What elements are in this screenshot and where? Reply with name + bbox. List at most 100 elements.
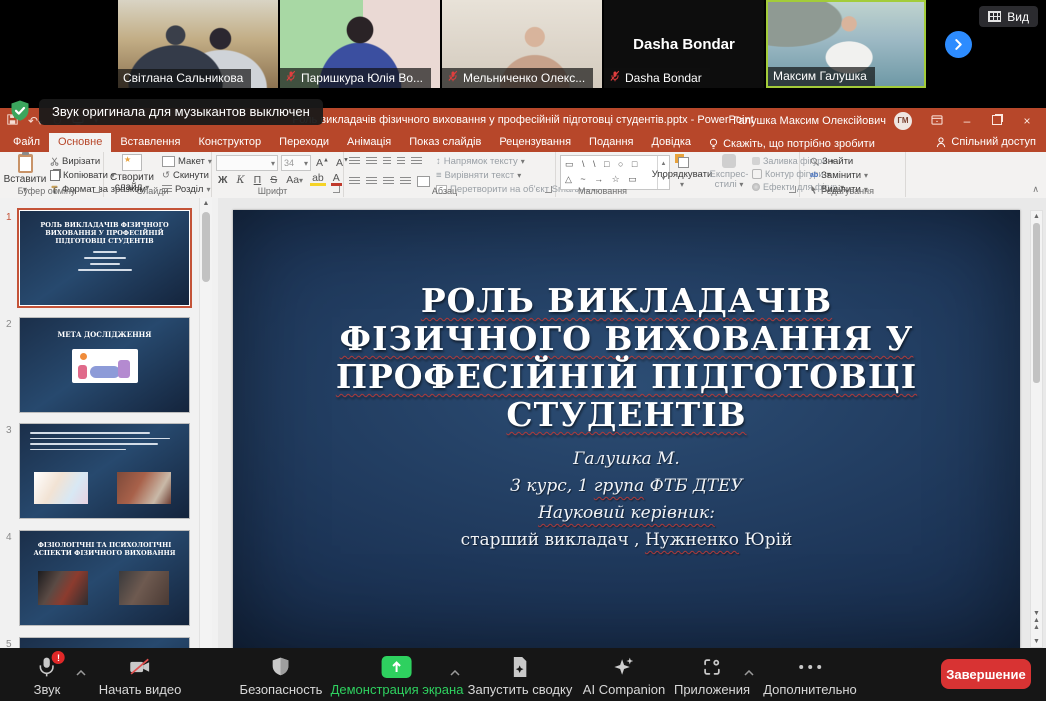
scroll-up-icon[interactable]: ▲ <box>1031 213 1042 220</box>
end-meeting-button[interactable]: Завершение <box>941 659 1031 689</box>
ribbon-group-slides: Створити слайд ▾ Макет▾ ↺Скинути Розділ▾… <box>104 152 212 197</box>
layout-button[interactable]: Макет▾ <box>162 156 212 167</box>
video-button[interactable]: Начать видео <box>99 655 182 697</box>
slide-thumbnail-1[interactable]: РОЛЬ ВИКЛАДАЧІВ ФІЗИЧНОГО ВИХОВАННЯ У ПР… <box>19 210 190 306</box>
tab-home[interactable]: Основне <box>49 133 111 152</box>
close-button[interactable]: × <box>1012 114 1042 128</box>
font-name-combo[interactable]: ▾ <box>216 155 278 171</box>
restore-button[interactable] <box>982 114 1012 128</box>
thumbnail-image <box>119 571 169 605</box>
thumbnail-scrollbar[interactable]: ▲ <box>199 198 212 648</box>
apps-options-chevron[interactable] <box>744 663 754 681</box>
summary-button[interactable]: Запустить сводку <box>468 655 573 697</box>
audio-notification: Звук оригинала для музыкантов выключен <box>39 99 323 125</box>
strikethrough-button[interactable]: S <box>268 174 279 186</box>
dialog-launcher-icon[interactable] <box>93 186 100 193</box>
share-button[interactable]: Спільний доступ <box>936 136 1036 148</box>
account-name[interactable]: Галушка Максим Олексійович <box>733 115 886 127</box>
group-label-paragraph: Абзац <box>344 186 545 196</box>
share-screen-button[interactable]: Демонстрация экрана <box>331 655 464 697</box>
tab-design[interactable]: Конструктор <box>189 133 270 152</box>
previous-slide-icon[interactable]: ▲▲ <box>1031 617 1042 631</box>
tab-insert[interactable]: Вставлення <box>111 133 189 152</box>
tab-review[interactable]: Рецензування <box>490 133 580 152</box>
tab-transitions[interactable]: Переходи <box>270 133 338 152</box>
security-button[interactable]: Безопасность <box>240 655 323 697</box>
video-tile-melnychenko[interactable]: Мельниченко Олекс... <box>442 0 602 88</box>
thumbnail-number: 5 <box>6 639 12 648</box>
find-button[interactable]: Знайти <box>810 156 868 167</box>
font-color-button[interactable]: А <box>331 174 342 186</box>
audio-options-chevron[interactable] <box>76 663 86 681</box>
dialog-launcher-icon[interactable] <box>333 186 340 193</box>
slide-thumbnail-3[interactable] <box>19 423 190 519</box>
reset-button[interactable]: ↺Скинути <box>162 170 212 181</box>
minimize-button[interactable]: – <box>952 114 982 128</box>
scrollbar-thumb[interactable] <box>1033 223 1040 383</box>
tab-animations[interactable]: Анімація <box>338 133 400 152</box>
video-tile-paryshkura[interactable]: Паришкура Юлія Во... <box>280 0 440 88</box>
tab-slideshow[interactable]: Показ слайдів <box>400 133 490 152</box>
account-avatar[interactable]: ГМ <box>894 112 912 130</box>
change-case-button[interactable]: Aa▾ <box>284 174 305 186</box>
dialog-launcher-icon[interactable] <box>789 186 796 193</box>
align-right-icon[interactable] <box>383 177 394 186</box>
collapse-ribbon-icon[interactable]: ∧ <box>1032 184 1039 195</box>
bold-button[interactable]: Ж <box>216 174 230 186</box>
decrease-indent-icon[interactable] <box>383 157 391 166</box>
line-spacing-icon[interactable] <box>411 157 422 166</box>
layout-label: Макет <box>178 156 205 167</box>
justify-icon[interactable] <box>400 177 411 186</box>
apps-button[interactable]: Приложения <box>674 655 750 697</box>
ribbon-display-options-icon[interactable] <box>922 114 952 128</box>
share-options-chevron[interactable] <box>450 663 460 681</box>
slide-scrollbar[interactable]: ▲ ▼ ▲▲ ▼ <box>1030 210 1043 648</box>
next-participants-button[interactable] <box>945 31 972 58</box>
slide-thumbnail-4[interactable]: ФІЗІОЛОГІЧНІ ТА ПСИХОЛОГІЧНІ АСПЕКТИ ФІЗ… <box>19 530 190 626</box>
next-slide-icon[interactable]: ▼ <box>1031 638 1042 645</box>
ai-companion-button[interactable]: AI Companion <box>583 655 665 697</box>
video-tile-maksym-active[interactable]: Максим Галушка <box>766 0 926 88</box>
font-size-combo[interactable]: 34▾ <box>281 155 311 171</box>
view-button[interactable]: Вид <box>979 6 1038 27</box>
audio-button[interactable]: ! Звук <box>34 655 61 697</box>
scroll-up-icon[interactable]: ▲ <box>200 200 212 207</box>
arrange-button[interactable]: Упорядкувати▾ <box>656 154 708 190</box>
scroll-down-icon[interactable]: ▼ <box>1031 610 1042 617</box>
grow-font-button[interactable]: А▲ <box>314 157 331 169</box>
reset-icon: ↺ <box>162 170 170 181</box>
thumbnail-image <box>72 349 138 383</box>
increase-indent-icon[interactable] <box>397 157 405 166</box>
highlight-color-button[interactable]: ab <box>310 174 326 186</box>
thumbnail-title: МЕТА ДОСЛІДЖЕННЯ <box>20 330 189 339</box>
dialog-launcher-icon[interactable] <box>545 186 552 193</box>
apps-icon <box>700 655 724 679</box>
tell-me-box[interactable]: Скажіть, що потрібно зробити <box>700 133 884 152</box>
tab-view[interactable]: Подання <box>580 133 642 152</box>
video-tile-svitlana[interactable]: Світлана Сальникова <box>118 0 278 88</box>
participant-name-label: Максим Галушка <box>768 67 875 86</box>
powerpoint-workspace: 1 РОЛЬ ВИКЛАДАЧІВ ФІЗИЧНОГО ВИХОВАННЯ У … <box>0 198 1046 648</box>
tab-help[interactable]: Довідка <box>642 133 700 152</box>
slide-thumbnail-panel: 1 РОЛЬ ВИКЛАДАЧІВ ФІЗИЧНОГО ВИХОВАННЯ У … <box>0 198 218 648</box>
numbering-icon[interactable] <box>366 157 377 166</box>
slide-thumbnail-5[interactable] <box>19 637 190 648</box>
align-left-icon[interactable] <box>349 177 360 186</box>
quick-styles-button[interactable]: Експрес-стилі ▾ <box>708 154 750 190</box>
more-button[interactable]: Дополнительно <box>763 655 857 697</box>
titlebar-right: Галушка Максим Олексійович ГМ – × <box>733 108 1042 133</box>
scrollbar-thumb[interactable] <box>202 212 210 282</box>
video-tile-dasha[interactable]: Dasha Bondar Dasha Bondar <box>604 0 764 88</box>
tab-file[interactable]: Файл <box>4 133 49 152</box>
more-label: Дополнительно <box>763 682 857 697</box>
slide-thumbnail-2[interactable]: МЕТА ДОСЛІДЖЕННЯ <box>19 317 190 413</box>
bullets-icon[interactable] <box>349 157 360 166</box>
current-slide[interactable]: РОЛЬ ВИКЛАДАЧІВ ФІЗИЧНОГО ВИХОВАННЯ У ПР… <box>233 210 1020 648</box>
italic-button[interactable]: К <box>235 174 247 186</box>
replace-button[interactable]: abЗамінити▾ <box>810 170 868 181</box>
underline-button[interactable]: П <box>252 174 264 186</box>
align-center-icon[interactable] <box>366 177 377 186</box>
mic-icon: ! <box>36 655 58 679</box>
thumbnail-number: 1 <box>6 212 12 223</box>
security-shield-icon[interactable] <box>8 99 32 123</box>
